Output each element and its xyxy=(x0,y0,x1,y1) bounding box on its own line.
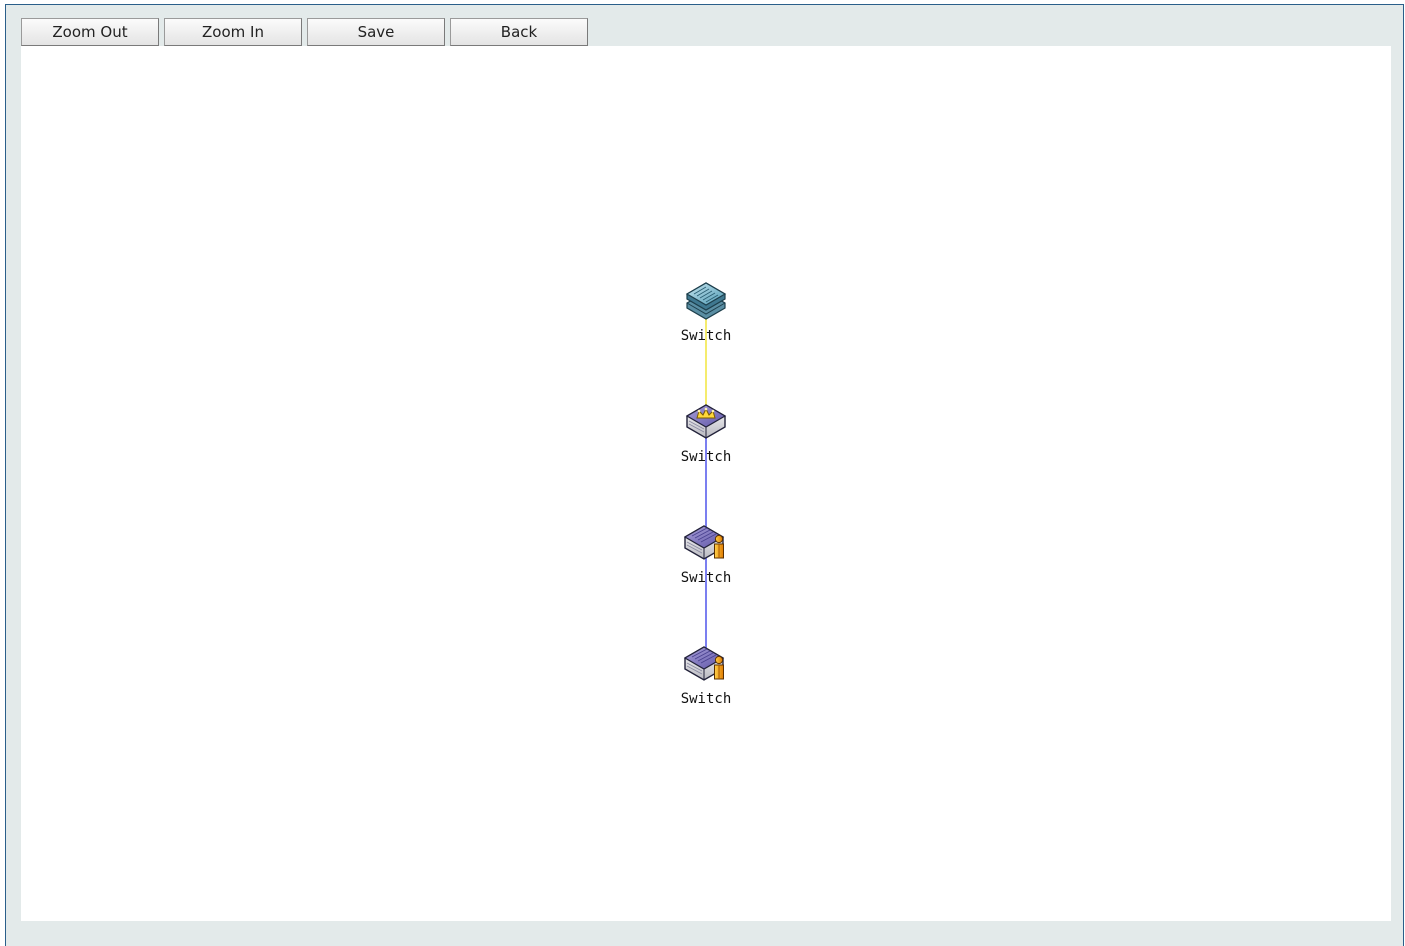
switch-member-icon xyxy=(684,646,725,681)
switch-node[interactable]: Switch xyxy=(681,282,732,344)
switch-node-label: Switch xyxy=(681,691,732,707)
switch-stack-icon xyxy=(686,282,726,320)
topology-canvas[interactable]: Switch Switch Switch Switch xyxy=(21,46,1391,921)
zoom-in-button[interactable]: Zoom In xyxy=(164,18,302,46)
switch-node[interactable]: Switch xyxy=(681,404,732,465)
back-button[interactable]: Back xyxy=(450,18,588,46)
switch-node[interactable]: Switch xyxy=(681,646,732,707)
topology-window: Zoom Out Zoom In Save Back Switch Switch… xyxy=(5,4,1404,946)
toolbar: Zoom Out Zoom In Save Back xyxy=(21,18,588,46)
zoom-out-button[interactable]: Zoom Out xyxy=(21,18,159,46)
topology-map[interactable]: Switch Switch Switch Switch xyxy=(21,46,1391,921)
switch-node-label: Switch xyxy=(681,328,732,344)
switch-node-label: Switch xyxy=(681,449,732,465)
switch-master-crown-icon xyxy=(686,404,726,439)
switch-node-label: Switch xyxy=(681,570,732,586)
switch-node[interactable]: Switch xyxy=(681,525,732,586)
switch-member-icon xyxy=(684,525,725,560)
save-button[interactable]: Save xyxy=(307,18,445,46)
